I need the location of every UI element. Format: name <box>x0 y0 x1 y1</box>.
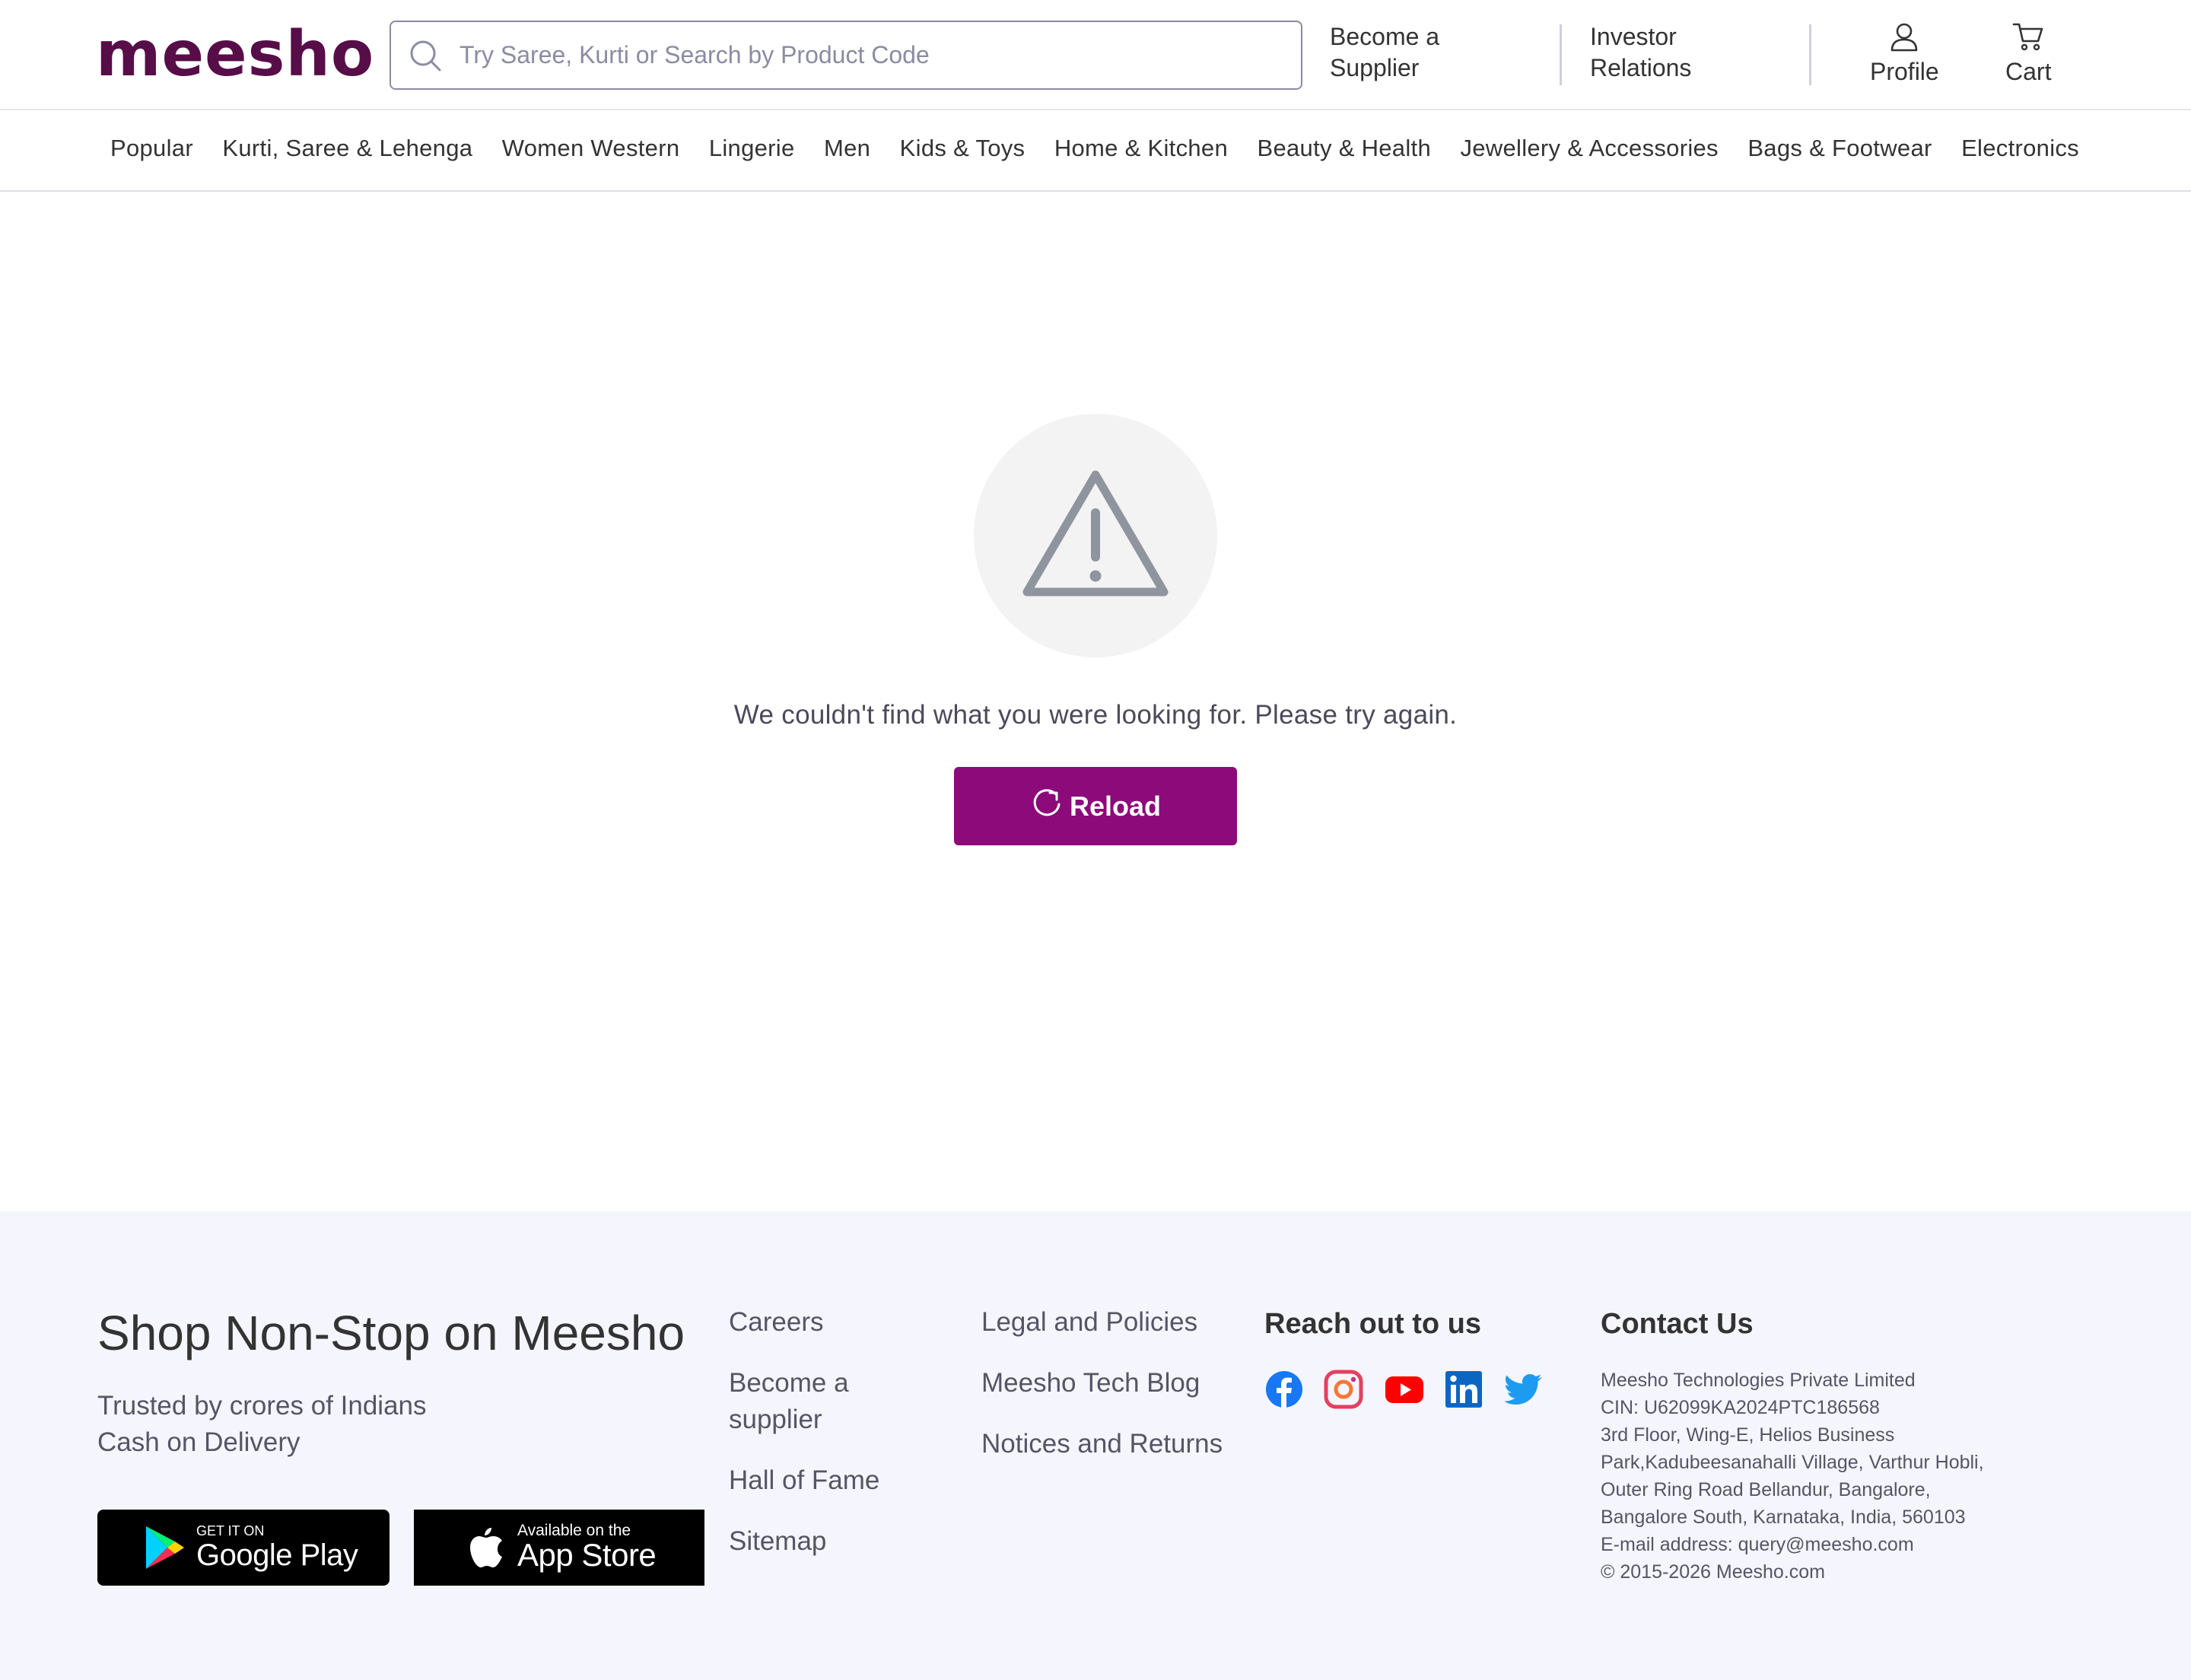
contact-line: Bangalore South, Karnataka, India, 56010… <box>1601 1507 1966 1528</box>
category-nav: Popular Kurti, Saree & Lehenga Women Wes… <box>0 110 2191 192</box>
footer: Shop Non-Stop on Meesho Trusted by crore… <box>0 1211 2191 1680</box>
profile-button[interactable]: Profile <box>1870 21 1939 86</box>
contact-email: E-mail address: query@meesho.com <box>1601 1534 1914 1555</box>
category-lingerie[interactable]: Lingerie <box>709 110 795 186</box>
category-jewellery-accessories[interactable]: Jewellery & Accessories <box>1460 110 1718 186</box>
meesho-logo[interactable]: meesho <box>96 17 374 93</box>
google-play-button[interactable]: GET IT ON Google Play <box>97 1510 390 1586</box>
app-store-small-text: Available on the <box>517 1522 631 1539</box>
google-play-small-text: GET IT ON <box>196 1523 265 1538</box>
legal-policies-link[interactable]: Legal and Policies <box>981 1304 1197 1341</box>
reload-label: Reload <box>1069 790 1162 822</box>
header-divider <box>1809 24 1811 85</box>
profile-icon <box>1889 21 1919 56</box>
tech-blog-link[interactable]: Meesho Tech Blog <box>981 1365 1200 1402</box>
reload-button[interactable]: Reload <box>954 767 1237 845</box>
contact-line: CIN: U62099KA2024PTC186568 <box>1601 1397 1880 1418</box>
footer-title: Shop Non-Stop on Meesho <box>97 1306 685 1360</box>
header-divider <box>1560 24 1562 85</box>
search-input[interactable]: Try Saree, Kurti or Search by Product Co… <box>390 21 1302 90</box>
notices-returns-link[interactable]: Notices and Returns <box>981 1426 1223 1462</box>
top-header: meesho Try Saree, Kurti or Search by Pro… <box>0 0 2191 110</box>
google-play-big-text: Google Play <box>196 1538 358 1572</box>
error-message: We couldn't find what you were looking f… <box>733 700 1458 730</box>
youtube-icon[interactable] <box>1385 1370 1424 1409</box>
instagram-icon[interactable] <box>1324 1370 1363 1409</box>
contact-heading: Contact Us <box>1601 1308 1754 1340</box>
facebook-icon[interactable] <box>1264 1370 1304 1409</box>
reach-out-heading: Reach out to us <box>1264 1308 1482 1340</box>
apple-icon <box>469 1526 504 1569</box>
category-women-western[interactable]: Women Western <box>502 110 680 186</box>
copyright: © 2015-2026 Meesho.com <box>1601 1561 1825 1583</box>
linkedin-icon[interactable] <box>1444 1370 1483 1409</box>
category-kurti-saree-lehenga[interactable]: Kurti, Saree & Lehenga <box>222 110 472 186</box>
become-supplier-footer-link[interactable]: Become a supplier <box>729 1365 849 1438</box>
hall-of-fame-link[interactable]: Hall of Fame <box>729 1462 879 1499</box>
warning-icon-container <box>974 414 1217 657</box>
careers-link[interactable]: Careers <box>729 1304 823 1341</box>
app-store-big-text: App Store <box>517 1537 657 1573</box>
category-kids-toys[interactable]: Kids & Toys <box>900 110 1026 186</box>
category-electronics[interactable]: Electronics <box>1961 110 2079 186</box>
contact-line: Park,Kadubeesanahalli Village, Varthur H… <box>1601 1452 1984 1473</box>
category-popular[interactable]: Popular <box>110 110 193 186</box>
reload-icon <box>1030 786 1070 826</box>
category-home-kitchen[interactable]: Home & Kitchen <box>1054 110 1228 186</box>
google-play-icon <box>145 1525 186 1570</box>
category-bags-footwear[interactable]: Bags & Footwear <box>1747 110 1932 186</box>
footer-subtitle: Trusted by crores of Indians <box>97 1391 427 1421</box>
cart-button[interactable]: Cart <box>2005 21 2051 86</box>
app-store-button[interactable]: Available on the App Store <box>414 1510 704 1586</box>
search-placeholder: Try Saree, Kurti or Search by Product Co… <box>460 41 930 68</box>
category-beauty-health[interactable]: Beauty & Health <box>1257 110 1431 186</box>
become-supplier-link[interactable]: Become a Supplier <box>1330 21 1439 84</box>
search-icon <box>391 21 460 90</box>
contact-line: Meesho Technologies Private Limited <box>1601 1370 1916 1391</box>
warning-triangle-icon <box>1019 466 1172 606</box>
twitter-icon[interactable] <box>1504 1370 1544 1409</box>
contact-line: 3rd Floor, Wing-E, Helios Business <box>1601 1424 1895 1446</box>
sitemap-link[interactable]: Sitemap <box>729 1523 826 1560</box>
contact-line: Outer Ring Road Bellandur, Bangalore, <box>1601 1479 1931 1500</box>
category-men[interactable]: Men <box>824 110 870 186</box>
footer-subtitle: Cash on Delivery <box>97 1427 301 1457</box>
cart-icon <box>2012 21 2044 56</box>
investor-relations-link[interactable]: Investor Relations <box>1590 21 1691 84</box>
